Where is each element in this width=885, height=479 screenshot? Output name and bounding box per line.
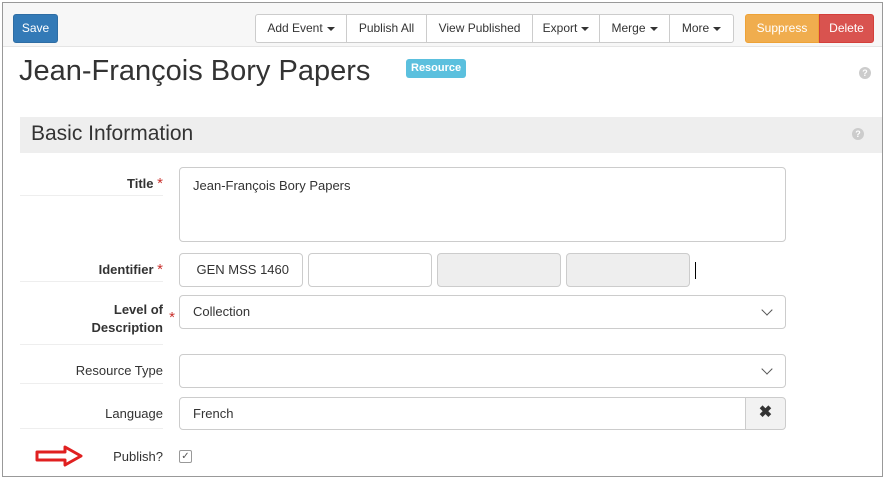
help-icon[interactable]: ? xyxy=(852,128,864,140)
caret-down-icon xyxy=(649,26,658,31)
required-marker: * xyxy=(157,261,163,278)
resource-type-select[interactable] xyxy=(179,354,786,388)
more-dropdown[interactable]: More xyxy=(669,14,734,43)
title-label: Title * xyxy=(127,175,163,192)
identifier-part-3-input[interactable] xyxy=(437,253,561,287)
checkmark-icon: ✓ xyxy=(181,451,190,462)
view-published-button[interactable]: View Published xyxy=(426,14,533,43)
page-title: Jean-François Bory Papers xyxy=(19,55,371,87)
divider xyxy=(20,195,163,196)
caret-down-icon xyxy=(581,26,590,31)
record-toolbar: Save Add Event Publish All View Publishe… xyxy=(3,3,882,47)
language-value: French xyxy=(193,406,234,421)
level-label: Level of Description xyxy=(91,301,163,337)
identifier-part-2-input[interactable] xyxy=(308,253,432,287)
section-title: Basic Information xyxy=(31,122,194,145)
add-event-dropdown[interactable]: Add Event xyxy=(255,14,347,43)
chevron-down-icon xyxy=(761,304,773,316)
caret-down-icon xyxy=(713,26,722,31)
level-label-line1: Level of xyxy=(113,302,163,317)
merge-dropdown[interactable]: Merge xyxy=(599,14,670,43)
caret-down-icon xyxy=(326,26,335,31)
language-input[interactable]: French xyxy=(179,397,746,430)
divider xyxy=(20,281,163,282)
identifier-part-4-input[interactable] xyxy=(566,253,690,287)
more-label: More xyxy=(681,21,710,35)
identifier-label-cell: Identifier * xyxy=(20,261,163,281)
close-icon: ✖ xyxy=(758,404,773,421)
resource-type-label: Resource Type xyxy=(75,363,163,378)
publish-checkbox[interactable]: ✓ xyxy=(179,450,192,463)
basic-information-section-header: Basic Information ? xyxy=(20,117,882,153)
delete-button[interactable]: Delete xyxy=(819,14,874,43)
save-button[interactable]: Save xyxy=(13,14,58,43)
title-textarea[interactable]: Jean-François Bory Papers xyxy=(179,167,786,242)
chevron-down-icon xyxy=(761,363,773,375)
export-dropdown[interactable]: Export xyxy=(532,14,600,43)
resource-type-label-cell: Resource Type xyxy=(20,363,163,383)
divider xyxy=(20,383,163,384)
export-label: Export xyxy=(542,21,578,35)
publish-label: Publish? xyxy=(113,449,163,464)
merge-label: Merge xyxy=(611,21,646,35)
text-cursor xyxy=(695,262,696,279)
suppress-button[interactable]: Suppress xyxy=(745,14,819,43)
clear-language-button[interactable]: ✖ xyxy=(745,397,786,430)
publish-label-cell: Publish? xyxy=(20,449,163,469)
title-value: Jean-François Bory Papers xyxy=(193,178,351,193)
level-of-description-value: Collection xyxy=(193,304,251,319)
language-label: Language xyxy=(105,406,163,421)
divider xyxy=(20,344,163,345)
identifier-label-text: Identifier xyxy=(98,262,154,277)
title-label-text: Title xyxy=(127,176,154,191)
help-icon[interactable]: ? xyxy=(859,67,871,79)
title-label-cell: Title * xyxy=(20,175,163,195)
divider xyxy=(20,428,163,429)
identifier-part-1-value: GEN MSS 1460 xyxy=(196,262,290,277)
level-of-description-select[interactable]: Collection xyxy=(179,295,786,329)
language-label-cell: Language xyxy=(20,406,163,426)
level-label-line2: Description xyxy=(91,320,163,335)
required-marker: * xyxy=(169,309,175,326)
app-frame: Save Add Event Publish All View Publishe… xyxy=(2,2,883,477)
publish-all-button[interactable]: Publish All xyxy=(346,14,427,43)
identifier-label: Identifier * xyxy=(99,261,163,278)
identifier-part-1-input[interactable]: GEN MSS 1460 xyxy=(179,253,303,287)
add-event-label: Add Event xyxy=(267,21,323,35)
required-marker: * xyxy=(157,175,163,192)
record-type-badge: Resource xyxy=(406,59,467,78)
level-label-cell: Level of Description * xyxy=(20,301,175,341)
